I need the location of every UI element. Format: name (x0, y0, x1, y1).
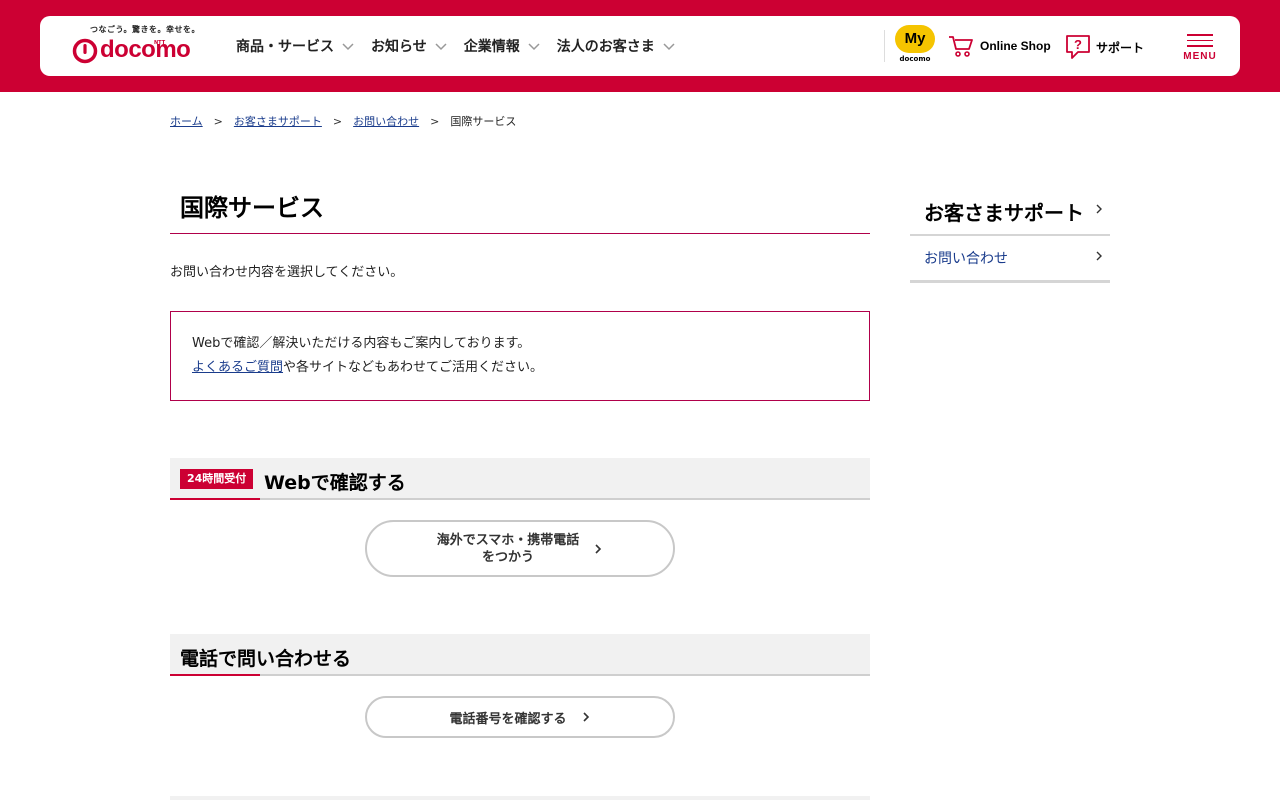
overseas-phone-button[interactable]: 海外でスマホ・携帯電話 をつかう (365, 520, 675, 577)
section-phone-heading: 電話で問い合わせる (170, 634, 870, 676)
chevron-right-icon (1096, 204, 1102, 214)
section-accent (170, 498, 260, 500)
nav-label: 商品・サービス (236, 39, 334, 55)
sidebar-item-label: お問い合わせ (924, 251, 1008, 267)
docomo-logo[interactable]: つなごう。驚きを。幸せを。 NTT docomo (72, 24, 202, 68)
sidebar-title: お客さまサポート (924, 201, 1084, 225)
nav-products-services[interactable]: 商品・サービス (236, 36, 355, 56)
chevron-down-icon (663, 43, 675, 51)
notice-line-1: Webで確認／解決いただける内容もご案内しております。 (192, 336, 531, 351)
24h-badge: 24時間受付 (180, 469, 254, 489)
chevron-right-icon (595, 543, 602, 554)
menu-button[interactable]: MENU (1176, 34, 1224, 62)
chevron-down-icon (435, 43, 447, 51)
sidebar-item-contact[interactable]: お問い合わせ (910, 236, 1110, 283)
svg-text:?: ? (1074, 37, 1082, 52)
menu-label: MENU (1183, 50, 1217, 62)
page-title: 国際サービス (170, 180, 870, 234)
breadcrumb-support[interactable]: お客さまサポート (234, 113, 322, 129)
logo-tagline: つなごう。驚きを。幸せを。 (90, 25, 201, 34)
my-docomo-sublabel: docomo (899, 55, 931, 63)
breadcrumb-current: 国際サービス (450, 115, 517, 128)
faq-link[interactable]: よくあるご質問 (192, 360, 283, 375)
button-label-line-1: 海外でスマホ・携帯電話 (436, 532, 580, 548)
nav-label: 法人のお客さま (556, 39, 655, 55)
check-phone-number-button[interactable]: 電話番号を確認する (365, 696, 675, 738)
header-divider (884, 30, 885, 62)
section-accent (170, 674, 260, 676)
chevron-right-icon (1096, 251, 1102, 261)
section-heading: Webで確認する (264, 472, 406, 494)
nav-label: 企業情報 (463, 39, 520, 55)
nav-news[interactable]: お知らせ (371, 36, 448, 56)
my-docomo-link[interactable]: My docomo (894, 25, 936, 69)
support-link[interactable]: ? サポート (1064, 34, 1144, 60)
hamburger-icon (1176, 34, 1224, 47)
next-section-top (170, 796, 870, 800)
section-web-heading: 24時間受付 Webで確認する (170, 458, 870, 500)
chevron-down-icon (342, 43, 354, 51)
breadcrumb-separator: > (332, 114, 343, 128)
button-label: 電話番号を確認する (449, 711, 567, 727)
breadcrumb: ホーム > お客さまサポート > お問い合わせ > 国際サービス (170, 113, 516, 129)
cart-icon (949, 36, 973, 57)
breadcrumb-home[interactable]: ホーム (170, 113, 203, 129)
notice-box: Webで確認／解決いただける内容もご案内しております。 よくあるご質問や各サイト… (170, 311, 870, 401)
nav-company-info[interactable]: 企業情報 (464, 36, 541, 56)
intro-text: お問い合わせ内容を選択してください。 (170, 265, 404, 280)
breadcrumb-separator: > (213, 114, 223, 128)
button-label: 海外でスマホ・携帯電話 をつかう (437, 532, 580, 566)
online-shop-label: Online Shop (980, 39, 1051, 53)
logo-wordmark: docomo (100, 36, 191, 63)
section-heading: 電話で問い合わせる (180, 648, 352, 670)
support-label: サポート (1096, 40, 1145, 55)
global-nav: 商品・サービス お知らせ 企業情報 法人のお客さま (236, 16, 692, 76)
help-bubble-icon: ? (1066, 35, 1090, 59)
notice-line-2-text: や各サイトなどもあわせてご活用ください。 (283, 360, 544, 375)
breadcrumb-separator: > (430, 114, 440, 128)
site-header: つなごう。驚きを。幸せを。 NTT docomo 商品・サービス お知らせ 企業… (40, 16, 1240, 76)
my-docomo-badge: My (895, 25, 935, 53)
online-shop-link[interactable]: Online Shop (948, 34, 1051, 58)
sidebar: お客さまサポート お問い合わせ (910, 187, 1110, 283)
button-label-line-2: をつかう (481, 549, 534, 565)
nav-business[interactable]: 法人のお客さま (557, 36, 676, 56)
notice-line-2: よくあるご質問や各サイトなどもあわせてご活用ください。 (192, 356, 848, 380)
sidebar-title-link[interactable]: お客さまサポート (910, 187, 1110, 236)
nav-label: お知らせ (371, 39, 427, 55)
chevron-right-icon (582, 712, 589, 722)
docomo-mark-icon (72, 38, 98, 64)
chevron-down-icon (528, 43, 540, 51)
breadcrumb-contact[interactable]: お問い合わせ (353, 113, 419, 129)
